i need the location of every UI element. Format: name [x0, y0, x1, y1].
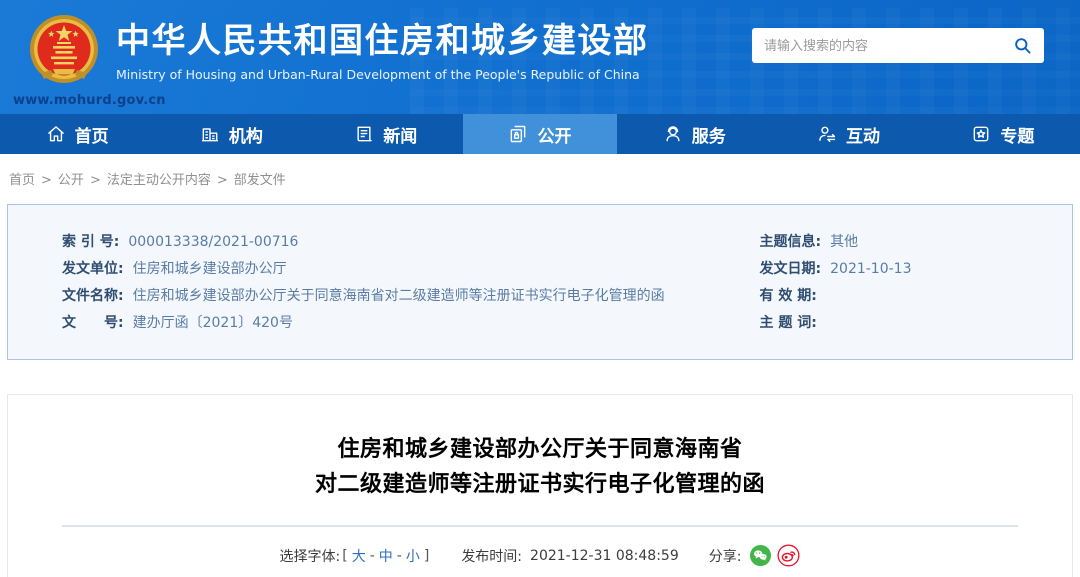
- nav-item-news[interactable]: 新闻: [309, 114, 463, 154]
- wechat-icon[interactable]: [749, 544, 772, 567]
- breadcrumb-separator: >: [216, 173, 228, 188]
- meta-row-index-no: 索 引 号: 000013338/2021-00716: [62, 229, 732, 256]
- bracket-open: [: [342, 547, 348, 564]
- search-box[interactable]: [752, 28, 1044, 63]
- site-url: www.mohurd.gov.cn: [13, 93, 166, 108]
- news-icon: [357, 126, 372, 142]
- meta-value: 住房和城乡建设部办公厅: [132, 261, 287, 277]
- meta-value: 住房和城乡建设部办公厅关于同意海南省对二级建造师等注册证书实行电子化管理的函: [132, 288, 665, 304]
- meta-left-column: 索 引 号: 000013338/2021-00716 发文单位: 住房和城乡建…: [8, 229, 732, 337]
- nav-item-service[interactable]: 服务: [617, 114, 771, 154]
- breadcrumb-link-documents[interactable]: 部发文件: [234, 173, 286, 188]
- breadcrumb-separator: >: [41, 173, 52, 188]
- nav-label: 首页: [74, 126, 109, 147]
- article-box: 住房和城乡建设部办公厅关于同意海南省 对二级建造师等注册证书实行电子化管理的函 …: [7, 394, 1073, 577]
- search-icon[interactable]: [1013, 36, 1032, 55]
- title-divider: [62, 525, 1018, 527]
- national-emblem-icon: [30, 15, 98, 83]
- meta-label: 主 题 词:: [759, 315, 817, 331]
- dash: -: [369, 547, 375, 564]
- breadcrumb-link-statutory[interactable]: 法定主动公开内容: [107, 173, 211, 188]
- nav-item-disclosure[interactable]: 公开: [462, 114, 618, 154]
- font-size-large-button[interactable]: 大: [352, 546, 366, 566]
- nav-label: 互动: [846, 126, 881, 147]
- font-size-medium-button[interactable]: 中: [379, 546, 393, 566]
- meta-value: 000013338/2021-00716: [128, 234, 299, 250]
- breadcrumb-link-home[interactable]: 首页: [9, 173, 35, 188]
- nav-label: 公开: [537, 126, 572, 147]
- meta-right-column: 主题信息: 其他 发文日期: 2021-10-13 有 效 期: 主 题 词:: [732, 229, 1072, 337]
- topics-icon: [973, 126, 989, 142]
- breadcrumb: 首页 > 公开 > 法定主动公开内容 > 部发文件: [0, 154, 1080, 201]
- search-input[interactable]: [764, 38, 1013, 53]
- bracket-close: ]: [423, 547, 430, 564]
- interaction-icon: [819, 126, 836, 143]
- service-icon: [666, 126, 680, 142]
- meta-label: 索 引 号:: [62, 234, 120, 250]
- meta-label: 主题信息:: [759, 234, 822, 250]
- meta-label: 发文日期:: [759, 261, 822, 277]
- article-title-line1: 住房和城乡建设部办公厅关于同意海南省: [337, 437, 743, 462]
- nav-item-home[interactable]: 首页: [0, 114, 154, 154]
- meta-label: 文 号:: [62, 315, 124, 331]
- meta-value: 其他: [830, 234, 859, 250]
- font-select-label: 选择字体:: [279, 548, 341, 565]
- nav-label: 服务: [691, 126, 726, 147]
- meta-value: 建办厅函〔2021〕420号: [132, 315, 293, 331]
- meta-row-issue-date: 发文日期: 2021-10-13: [760, 256, 1072, 283]
- meta-label: 有 效 期:: [759, 288, 817, 304]
- meta-row-document-name: 文件名称: 住房和城乡建设部办公厅关于同意海南省对二级建造师等注册证书实行电子化…: [62, 283, 732, 310]
- breadcrumb-link-disclosure[interactable]: 公开: [58, 173, 84, 188]
- share-label: 分享:: [708, 548, 742, 565]
- nav-item-organization[interactable]: 机构: [154, 114, 308, 154]
- site-title-cn: 中华人民共和国住房和城乡建设部: [116, 21, 649, 61]
- main-nav: 首页 机构 新闻 公开 服务 互动 专题: [0, 114, 1080, 154]
- meta-label: 文件名称:: [62, 288, 124, 304]
- nav-label: 专题: [1000, 126, 1035, 147]
- nav-label: 新闻: [383, 126, 418, 147]
- nav-label: 机构: [228, 126, 263, 147]
- nav-item-topics[interactable]: 专题: [926, 114, 1080, 154]
- publish-time-label: 发布时间:: [461, 548, 523, 565]
- nav-item-interaction[interactable]: 互动: [771, 114, 925, 154]
- meta-row-topic-info: 主题信息: 其他: [760, 229, 1072, 256]
- meta-label: 发文单位:: [62, 261, 124, 277]
- weibo-icon[interactable]: [777, 544, 800, 567]
- article-toolbar: 选择字体: [大 - 中 - 小] 发布时间: 2021-12-31 08:48:59 …: [8, 544, 1072, 567]
- meta-row-document-no: 文 号: 建办厅函〔2021〕420号: [62, 310, 732, 337]
- share-buttons: [749, 544, 800, 567]
- document-meta-box: 索 引 号: 000013338/2021-00716 发文单位: 住房和城乡建…: [7, 204, 1073, 360]
- disclosure-icon: [511, 125, 526, 143]
- site-titles: 中华人民共和国住房和城乡建设部 Ministry of Housing and …: [116, 21, 649, 82]
- publish-time-value: 2021-12-31 08:48:59: [530, 547, 679, 564]
- organization-icon: [202, 128, 218, 142]
- meta-value: 2021-10-13: [830, 261, 912, 277]
- dash: -: [396, 547, 402, 564]
- article-title: 住房和城乡建设部办公厅关于同意海南省 对二级建造师等注册证书实行电子化管理的函: [8, 432, 1072, 502]
- meta-row-keywords: 主 题 词:: [760, 310, 1072, 337]
- font-size-small-button[interactable]: 小: [406, 546, 420, 566]
- site-header: www.mohurd.gov.cn 中华人民共和国住房和城乡建设部 Minist…: [0, 0, 1080, 114]
- home-icon: [47, 126, 64, 142]
- article-title-line2: 对二级建造师等注册证书实行电子化管理的函: [314, 472, 765, 497]
- site-title-en: Ministry of Housing and Urban-Rural Deve…: [116, 67, 640, 82]
- meta-row-issuing-unit: 发文单位: 住房和城乡建设部办公厅: [62, 256, 732, 283]
- meta-row-validity: 有 效 期:: [760, 283, 1072, 310]
- breadcrumb-separator: >: [89, 173, 101, 188]
